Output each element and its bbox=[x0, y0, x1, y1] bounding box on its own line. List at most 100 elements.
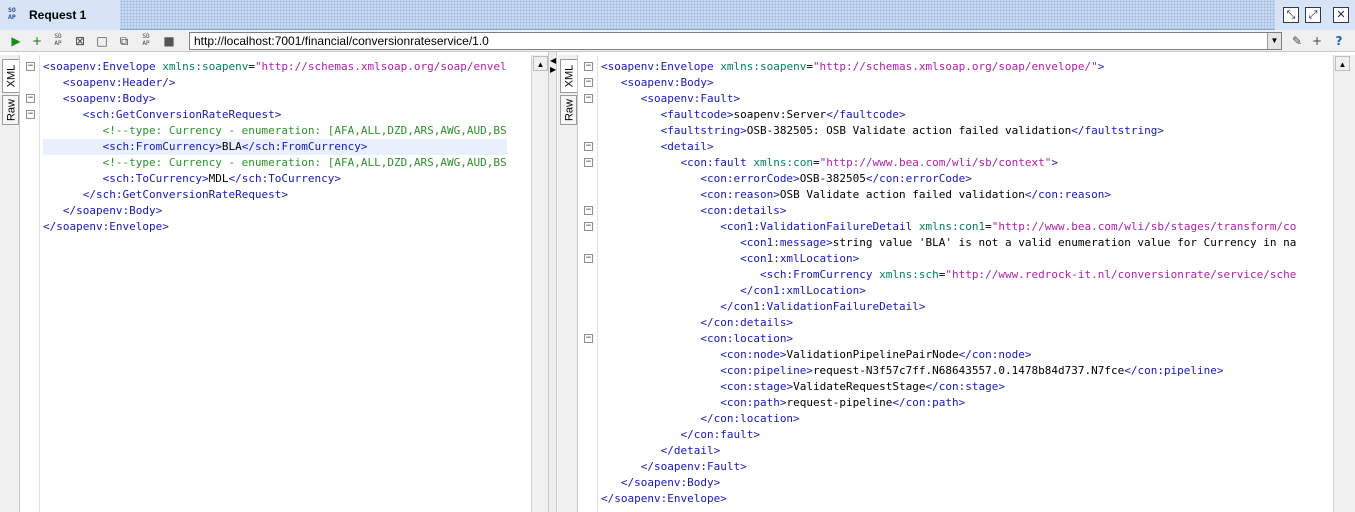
scroll-up-icon[interactable]: ▲ bbox=[533, 56, 548, 71]
code-line[interactable]: </soapenv:Body> bbox=[43, 203, 507, 219]
code-line[interactable]: <detail> bbox=[601, 139, 1296, 155]
right-scrollbar[interactable]: ▲ bbox=[1333, 55, 1355, 512]
code-line[interactable]: <sch:FromCurrency>BLA</sch:FromCurrency> bbox=[43, 139, 507, 155]
edit-endpoints-icon[interactable]: ✎ bbox=[1289, 33, 1305, 49]
code-line[interactable]: </con1:ValidationFailureDetail> bbox=[601, 299, 1296, 315]
stop-icon[interactable]: ■ bbox=[161, 33, 177, 49]
code-line[interactable]: <!--type: Currency - enumeration: [AFA,A… bbox=[43, 123, 507, 139]
scroll-up-icon[interactable]: ▲ bbox=[1335, 56, 1350, 71]
collapse-arrows-icon[interactable]: ◀ ▶ bbox=[550, 56, 556, 74]
detach-icon[interactable]: ⤡ bbox=[1283, 7, 1299, 23]
soap-options-icon[interactable]: SO AP bbox=[138, 33, 154, 49]
request-xml[interactable]: <soapenv:Envelope xmlns:soapenv="http://… bbox=[43, 59, 507, 235]
fold-toggle-icon[interactable]: − bbox=[584, 334, 593, 343]
play-icon[interactable]: ▶ bbox=[8, 33, 24, 49]
fold-toggle-icon[interactable]: − bbox=[584, 62, 593, 71]
code-line[interactable]: <con:fault xmlns:con="http://www.bea.com… bbox=[601, 155, 1296, 171]
code-line[interactable]: <con:reason>OSB Validate action failed v… bbox=[601, 187, 1296, 203]
add-step-icon[interactable]: + bbox=[29, 33, 45, 49]
code-line[interactable]: <con:pipeline>request-N3f57c7ff.N6864355… bbox=[601, 363, 1296, 379]
code-token: <soapenv:Body> bbox=[620, 76, 714, 89]
code-token: </faultstring> bbox=[1071, 124, 1164, 137]
code-line[interactable]: <con1:ValidationFailureDetail xmlns:con1… bbox=[601, 219, 1296, 235]
code-line[interactable]: <soapenv:Header/> bbox=[43, 75, 507, 91]
code-line[interactable]: <sch:FromCurrency xmlns:sch="http://www.… bbox=[601, 267, 1296, 283]
response-editor[interactable]: − − − − − − − − − <soapenv:Envelope xmlns:soapen… bbox=[579, 55, 1333, 512]
code-token: MDL bbox=[208, 172, 229, 185]
left-scrollbar[interactable]: ▲ bbox=[531, 55, 548, 512]
fold-toggle-icon[interactable]: − bbox=[584, 206, 593, 215]
code-line[interactable]: <!--type: Currency - enumeration: [AFA,A… bbox=[43, 155, 507, 171]
code-line[interactable]: <soapenv:Body> bbox=[601, 75, 1296, 91]
endpoint-url-input[interactable]: http://localhost:7001/financial/conversi… bbox=[189, 32, 1282, 50]
fold-toggle-icon[interactable]: − bbox=[584, 222, 593, 231]
fold-toggle-icon[interactable]: − bbox=[584, 254, 593, 263]
code-line[interactable]: <soapenv:Envelope xmlns:soapenv="http://… bbox=[43, 59, 507, 75]
code-line[interactable]: <soapenv:Body> bbox=[43, 91, 507, 107]
single-pane-icon[interactable]: □ bbox=[94, 33, 110, 49]
response-xml[interactable]: <soapenv:Envelope xmlns:soapenv="http://… bbox=[601, 59, 1296, 507]
code-line[interactable]: <con1:xmlLocation> bbox=[601, 251, 1296, 267]
code-token: <sch:FromCurrency> bbox=[102, 140, 222, 153]
code-line[interactable]: </soapenv:Envelope> bbox=[43, 219, 507, 235]
tab-xml-left[interactable]: XML bbox=[2, 59, 19, 93]
close-icon[interactable]: ✕ bbox=[1333, 7, 1349, 23]
soap-icon[interactable]: SO AP bbox=[50, 33, 66, 49]
code-line[interactable]: </soapenv:Fault> bbox=[601, 459, 1296, 475]
code-token: <con1:xmlLocation> bbox=[740, 252, 860, 265]
fold-toggle-icon[interactable]: − bbox=[26, 94, 35, 103]
tab-raw-right[interactable]: Raw bbox=[560, 95, 577, 125]
code-line[interactable]: <sch:ToCurrency>MDL</sch:ToCurrency> bbox=[43, 171, 507, 187]
fold-toggle-icon[interactable]: − bbox=[26, 62, 35, 71]
code-line[interactable]: <sch:GetConversionRateRequest> bbox=[43, 107, 507, 123]
code-line[interactable]: <con:errorCode>OSB-382505</con:errorCode… bbox=[601, 171, 1296, 187]
fold-toggle-icon[interactable]: − bbox=[584, 158, 593, 167]
code-line[interactable]: </sch:GetConversionRateRequest> bbox=[43, 187, 507, 203]
code-token: <con:fault bbox=[680, 156, 754, 169]
code-line[interactable]: </detail> bbox=[601, 443, 1296, 459]
help-icon[interactable]: ? bbox=[1331, 33, 1347, 49]
code-line[interactable]: <con:stage>ValidateRequestStage</con:sta… bbox=[601, 379, 1296, 395]
request-editor[interactable]: − − − <soapenv:Envelope xmlns:soapenv="htt… bbox=[21, 55, 531, 512]
code-line[interactable]: <faultstring>OSB-382505: OSB Validate ac… bbox=[601, 123, 1296, 139]
tab-raw-left[interactable]: Raw bbox=[2, 95, 19, 125]
window-title: Request 1 bbox=[29, 8, 87, 22]
code-line[interactable]: </con:location> bbox=[601, 411, 1296, 427]
code-line[interactable]: </soapenv:Body> bbox=[601, 475, 1296, 491]
code-line[interactable]: <faultcode>soapenv:Server</faultcode> bbox=[601, 107, 1296, 123]
fold-toggle-icon[interactable]: − bbox=[26, 110, 35, 119]
code-token: <soapenv:Envelope bbox=[601, 60, 721, 73]
code-line[interactable]: <con1:message>string value 'BLA' is not … bbox=[601, 235, 1296, 251]
code-line[interactable]: <con:node>ValidationPipelinePairNode</co… bbox=[601, 347, 1296, 363]
maximize-icon[interactable]: ⤢ bbox=[1305, 7, 1321, 23]
code-line[interactable]: <con:path>request-pipeline</con:path> bbox=[601, 395, 1296, 411]
code-token: BLA bbox=[221, 140, 242, 153]
code-line[interactable]: <soapenv:Fault> bbox=[601, 91, 1296, 107]
split-pane-icon[interactable]: ⧉ bbox=[116, 33, 132, 49]
code-line[interactable]: <soapenv:Envelope xmlns:soapenv="http://… bbox=[601, 59, 1296, 75]
code-line[interactable]: <con:details> bbox=[601, 203, 1296, 219]
code-line[interactable]: </soapenv:Envelope> bbox=[601, 491, 1296, 507]
fold-toggle-icon[interactable]: − bbox=[584, 94, 593, 103]
code-token: <detail> bbox=[660, 140, 714, 153]
code-line[interactable]: <con:location> bbox=[601, 331, 1296, 347]
endpoint-url-text: http://localhost:7001/financial/conversi… bbox=[194, 34, 489, 48]
code-line[interactable]: </con:details> bbox=[601, 315, 1296, 331]
fit-icon[interactable]: ⊠ bbox=[72, 33, 88, 49]
code-token: <soapenv:Fault> bbox=[640, 92, 741, 105]
tab-xml-right[interactable]: XML bbox=[560, 59, 577, 93]
code-token: ValidationPipelinePairNode bbox=[786, 348, 959, 361]
chevron-down-icon[interactable]: ▼ bbox=[1267, 33, 1281, 49]
window-controls: ⤡ ⤢ ✕ bbox=[1275, 0, 1355, 30]
add-endpoint-icon[interactable]: + bbox=[1309, 33, 1325, 49]
fold-toggle-icon[interactable]: − bbox=[584, 78, 593, 87]
fold-toggle-icon[interactable]: − bbox=[584, 142, 593, 151]
pane-splitter[interactable]: ◀ ▶ bbox=[548, 52, 557, 512]
code-line[interactable]: </con:fault> bbox=[601, 427, 1296, 443]
code-line[interactable]: </con1:xmlLocation> bbox=[601, 283, 1296, 299]
